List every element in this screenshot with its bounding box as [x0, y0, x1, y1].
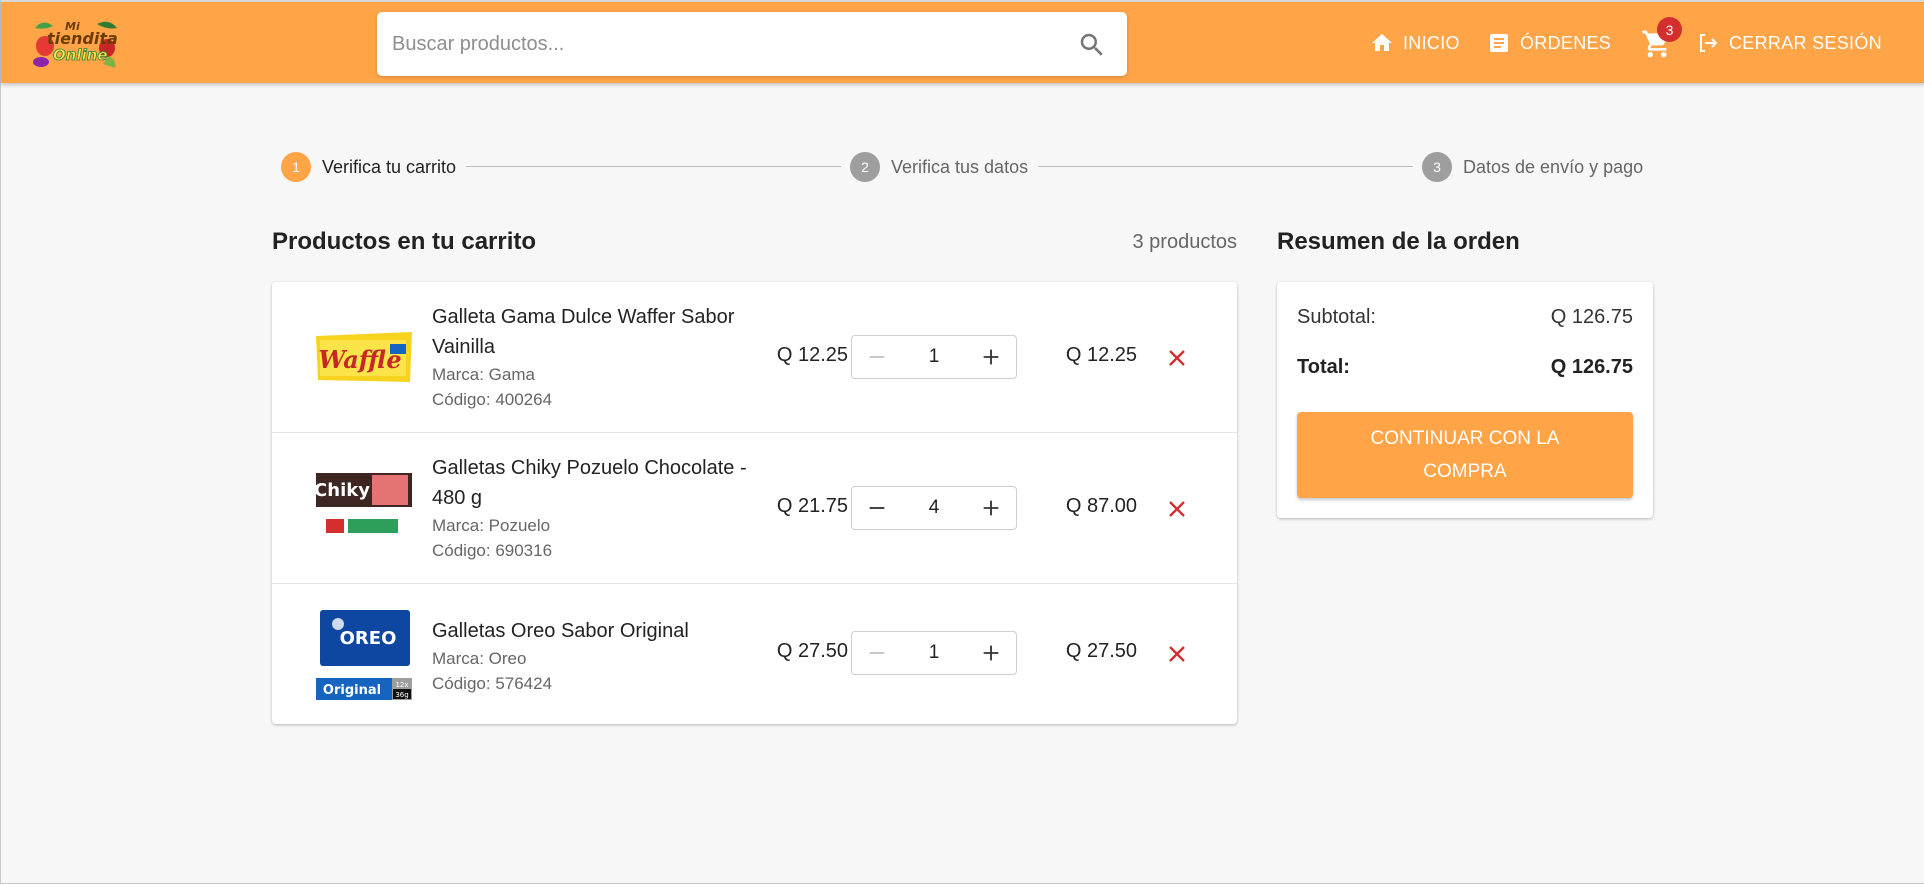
- product-code: Código: 576424: [432, 674, 553, 693]
- product-name[interactable]: Galletas Oreo Sabor Original: [432, 616, 762, 646]
- continue-checkout-button[interactable]: CONTINUAR CON LA COMPRA: [1297, 412, 1633, 498]
- cart-item-row: Chiky Galletas Chiky Pozuelo Chocolate -…: [272, 433, 1237, 584]
- product-code: Código: 690316: [432, 541, 553, 560]
- line-total: Q 27.50: [1065, 640, 1137, 662]
- plus-icon: [983, 500, 999, 516]
- plus-icon: [983, 645, 999, 661]
- stepper-step-1: 1 Verifica tu carrito: [281, 152, 456, 182]
- step-number: 2: [850, 152, 880, 182]
- step-label: Verifica tus datos: [891, 156, 1029, 177]
- subtotal-value: Q 126.75: [1550, 306, 1633, 328]
- remove-item-button[interactable]: [1162, 639, 1192, 669]
- cart-section-title: Productos en tu carrito: [272, 228, 537, 255]
- stepper-connector: [1038, 166, 1413, 167]
- product-image-pack-count: 12x: [395, 681, 408, 689]
- total-label: Total:: [1297, 356, 1350, 378]
- product-brand: Marca: Oreo: [432, 649, 527, 668]
- line-total: Q 87.00: [1065, 495, 1137, 517]
- product-image: OREO Original 12x 36g: [316, 610, 412, 700]
- remove-item-button[interactable]: [1162, 343, 1192, 373]
- line-total: Q 12.25: [1065, 344, 1137, 366]
- nav-orders-link[interactable]: ÓRDENES: [1487, 28, 1611, 58]
- nav-logout-link[interactable]: CERRAR SESIÓN: [1696, 28, 1882, 58]
- quantity-value[interactable]: 1: [902, 336, 966, 378]
- store-logo[interactable]: Mi tiendita Online: [29, 16, 121, 70]
- product-info: Galleta Gama Dulce Waffer Sabor Vainilla…: [432, 302, 762, 412]
- nav-home-link[interactable]: INICIO: [1370, 28, 1460, 58]
- product-image-text: Chiky: [314, 480, 370, 501]
- plus-icon: [983, 349, 999, 365]
- app-bar: Mi tiendita Online INICIO ÓRDENES 3 CERR…: [1, 0, 1924, 83]
- cart-items-card: Waffle Galleta Gama Dulce Waffer Sabor V…: [272, 282, 1237, 724]
- close-icon: [1169, 501, 1185, 517]
- cart-product-count: 3 productos: [1132, 231, 1237, 253]
- product-info: Galletas Oreo Sabor Original Marca: Oreo…: [432, 616, 762, 696]
- product-code: Código: 400264: [432, 390, 553, 409]
- product-brand: Marca: Pozuelo: [432, 516, 551, 535]
- logo-text-online: Online: [53, 46, 108, 64]
- step-label: Verifica tu carrito: [322, 156, 457, 177]
- order-summary-card: Subtotal: Q 126.75 Total: Q 126.75 CONTI…: [1277, 282, 1653, 518]
- subtotal-label: Subtotal:: [1297, 306, 1376, 328]
- subtotal-line: Subtotal: Q 126.75: [1297, 306, 1633, 329]
- product-info: Galletas Chiky Pozuelo Chocolate - 480 g…: [432, 453, 762, 563]
- home-icon: [1372, 34, 1392, 51]
- logout-icon: [1700, 34, 1718, 52]
- product-image: Chiky: [314, 473, 412, 533]
- close-icon: [1169, 350, 1185, 366]
- increase-quantity-button[interactable]: [966, 336, 1016, 378]
- cart-count-badge: 3: [1657, 17, 1682, 42]
- quantity-stepper: 4: [851, 486, 1017, 530]
- product-image: Waffle: [316, 332, 412, 382]
- receipt-list-icon: [1490, 34, 1508, 52]
- search-bar: [377, 12, 1127, 76]
- decrease-quantity-button[interactable]: [852, 632, 902, 674]
- increase-quantity-button[interactable]: [966, 487, 1016, 529]
- quantity-stepper: 1: [851, 335, 1017, 379]
- minus-icon: [869, 507, 885, 509]
- stepper-step-2: 2 Verifica tus datos: [850, 152, 1028, 182]
- increase-quantity-button[interactable]: [966, 632, 1016, 674]
- product-brand: Marca: Gama: [432, 365, 535, 384]
- search-icon[interactable]: [1077, 30, 1107, 60]
- search-input[interactable]: [377, 12, 1067, 76]
- step-number: 3: [1422, 152, 1452, 182]
- quantity-value[interactable]: 1: [902, 632, 966, 674]
- nav-logout-label: CERRAR SESIÓN: [1729, 32, 1882, 53]
- cart-item-row: OREO Original 12x 36g Galletas Oreo Sabo…: [272, 584, 1237, 724]
- unit-price: Q 27.50: [776, 640, 848, 662]
- quantity-value[interactable]: 4: [902, 487, 966, 529]
- remove-item-button[interactable]: [1162, 494, 1192, 524]
- nav-home-label: INICIO: [1403, 32, 1460, 53]
- product-image-text: OREO: [340, 628, 397, 649]
- step-number: 1: [281, 152, 311, 182]
- nav-orders-label: ÓRDENES: [1520, 32, 1612, 53]
- product-image-pack-weight: 36g: [395, 691, 408, 699]
- unit-price: Q 12.25: [776, 344, 848, 366]
- product-image-subtext: Original: [323, 683, 381, 698]
- unit-price: Q 21.75: [776, 495, 848, 517]
- stepper-step-3: 3 Datos de envío y pago: [1422, 152, 1643, 182]
- product-name[interactable]: Galleta Gama Dulce Waffer Sabor Vainilla: [432, 302, 762, 362]
- decrease-quantity-button[interactable]: [852, 336, 902, 378]
- minus-icon: [869, 356, 885, 358]
- stepper-connector: [466, 166, 841, 167]
- summary-section-title: Resumen de la orden: [1277, 228, 1520, 255]
- close-icon: [1169, 646, 1185, 662]
- total-line: Total: Q 126.75: [1297, 356, 1633, 379]
- product-name[interactable]: Galletas Chiky Pozuelo Chocolate - 480 g: [432, 453, 762, 513]
- step-label: Datos de envío y pago: [1463, 156, 1644, 177]
- total-value: Q 126.75: [1550, 356, 1633, 378]
- decrease-quantity-button[interactable]: [852, 487, 902, 529]
- product-image-text: Waffle: [318, 345, 401, 374]
- quantity-stepper: 1: [851, 631, 1017, 675]
- minus-icon: [869, 652, 885, 654]
- cart-item-row: Waffle Galleta Gama Dulce Waffer Sabor V…: [272, 282, 1237, 433]
